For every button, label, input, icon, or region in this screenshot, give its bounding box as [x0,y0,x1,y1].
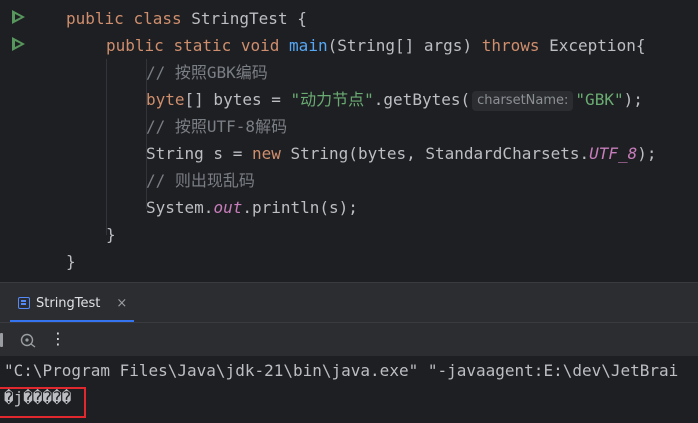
run-tab-stringtest[interactable]: StringTest × [18,283,127,323]
run-tab-label: StringTest [36,295,101,311]
code-line-9: } [106,225,116,244]
code-line-3: // 按照GBK编码 [146,63,268,82]
run-toolbar: ⋮ [0,322,698,356]
editor-gutter [0,0,52,282]
highlight-annotation [0,387,86,418]
console-output[interactable]: "C:\Program Files\Java\jdk-21\bin\java.e… [0,356,698,423]
code-line-8: System.out.println(s); [146,198,358,217]
code-line-2: public static void main(String[] args) t… [106,36,646,55]
indent-guide [106,59,107,235]
more-options-icon[interactable]: ⋮ [50,329,66,349]
run-main-icon[interactable] [12,37,25,51]
run-config-icon [18,297,30,309]
close-tab-icon[interactable]: × [116,296,127,311]
parameter-hint: charsetName: [472,90,574,111]
code-editor[interactable]: public class StringTest { public static … [0,0,698,282]
code-line-4: byte[] bytes = "动力节点".getBytes(charsetNa… [146,90,643,111]
code-line-5: // 按照UTF-8解码 [146,117,288,136]
code-line-1: public class StringTest { [66,9,307,28]
run-tool-tabbar: StringTest × [0,282,698,323]
code-line-6: String s = new String(bytes, StandardCha… [146,144,657,163]
code-line-7: // 则出现乱码 [146,171,255,190]
code-line-10: } [66,252,76,271]
toolbar-edge-icon[interactable] [0,333,3,347]
camera-icon[interactable] [20,332,36,348]
console-command-line: "C:\Program Files\Java\jdk-21\bin\java.e… [4,361,679,380]
run-class-icon[interactable] [12,10,25,24]
